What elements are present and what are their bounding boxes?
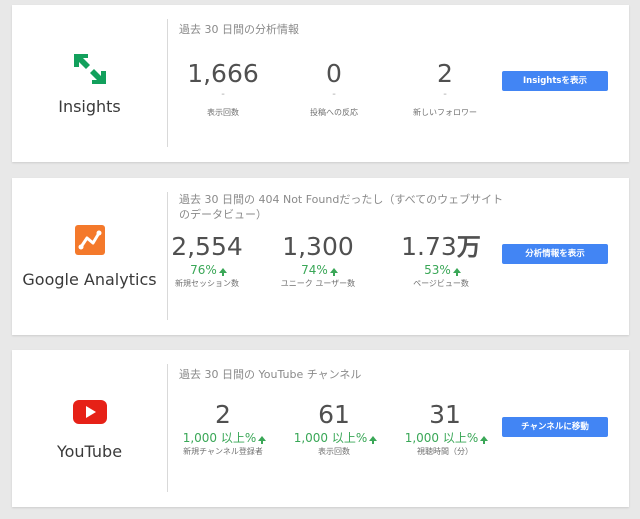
stat-change: 76% xyxy=(152,262,262,278)
stat-label: ユニーク ユーザー数 xyxy=(280,279,356,288)
view-analytics-button[interactable]: 分析情報を表示 xyxy=(502,244,608,264)
stat-label: 新規セッション数 xyxy=(175,279,239,288)
stat-value: 2 xyxy=(215,400,231,429)
change-text: 76% xyxy=(190,263,217,277)
stat-value: 31 xyxy=(429,400,461,429)
stat-new-sessions: 2,554 76% 新規セッション数 xyxy=(152,232,262,290)
insights-card: Insights 過去 30 日間の分析情報 1,666 - 表示回数 0 - … xyxy=(12,5,629,162)
view-insights-button[interactable]: Insightsを表示 xyxy=(502,71,608,91)
stat-label: 視聴時間（分） xyxy=(417,447,473,456)
arrow-stem xyxy=(261,440,264,444)
stat-reactions: 0 - 投稿への反応 xyxy=(279,59,389,119)
insights-heading: 過去 30 日間の分析情報 xyxy=(179,23,299,36)
analytics-heading: 過去 30 日間の 404 Not Foundだったし（すべてのウェブサイトのデ… xyxy=(179,193,504,221)
stat-value: 0 xyxy=(326,59,342,88)
stat-value: 2,554 xyxy=(171,232,243,261)
stat-label: ページビュー数 xyxy=(413,279,469,288)
youtube-name: YouTube xyxy=(56,442,123,461)
stat-watch-time: 31 1,000 以上% 視聴時間（分） xyxy=(390,400,500,458)
arrow-stem xyxy=(372,440,375,444)
change-text: 53% xyxy=(424,263,451,277)
stat-label: 新規チャンネル登録者 xyxy=(183,447,263,456)
arrow-stem xyxy=(455,272,458,276)
youtube-brand: YouTube xyxy=(12,350,167,507)
stat-dash: - xyxy=(443,89,447,100)
change-text: 1,000 以上% xyxy=(404,431,479,445)
stat-label: 投稿への反応 xyxy=(310,108,358,117)
stat-pageviews: 1.73万 53% ページビュー数 xyxy=(386,232,496,290)
analytics-card: Google Analytics 過去 30 日間の 404 Not Found… xyxy=(12,178,629,335)
stat-change: 53% xyxy=(386,262,496,278)
insights-brand: Insights xyxy=(12,5,167,162)
change-text: 1,000 以上% xyxy=(182,431,257,445)
youtube-heading: 過去 30 日間の YouTube チャンネル xyxy=(179,368,362,381)
stat-label: 表示回数 xyxy=(318,447,350,456)
stat-label: 表示回数 xyxy=(207,108,239,117)
stat-views: 1,666 - 表示回数 xyxy=(168,59,278,119)
stat-followers: 2 - 新しいフォロワー xyxy=(390,59,500,119)
stat-value: 61 xyxy=(318,400,350,429)
stat-value-unit: 万 xyxy=(456,233,481,261)
youtube-play-icon xyxy=(72,400,107,424)
stat-change: 1,000 以上% xyxy=(390,430,500,446)
stat-value-number: 1.73 xyxy=(401,232,457,261)
arrow-stem xyxy=(221,272,224,276)
youtube-card: YouTube 過去 30 日間の YouTube チャンネル 2 1,000 … xyxy=(12,350,629,507)
insights-name: Insights xyxy=(58,97,121,116)
stat-dash: - xyxy=(332,89,336,100)
stat-change: 74% xyxy=(263,262,373,278)
stat-change: 1,000 以上% xyxy=(168,430,278,446)
stat-value: 1,300 xyxy=(282,232,354,261)
stat-new-subscribers: 2 1,000 以上% 新規チャンネル登録者 xyxy=(168,400,278,458)
insights-arrows-icon xyxy=(73,54,106,84)
go-to-channel-button[interactable]: チャンネルに移動 xyxy=(502,417,608,437)
stat-dash: - xyxy=(221,89,225,100)
change-text: 1,000 以上% xyxy=(293,431,368,445)
stat-unique-users: 1,300 74% ユニーク ユーザー数 xyxy=(263,232,373,290)
stat-label: 新しいフォロワー xyxy=(413,108,477,117)
stat-value: 1,666 xyxy=(187,59,259,88)
stat-views: 61 1,000 以上% 表示回数 xyxy=(279,400,389,458)
analytics-brand: Google Analytics xyxy=(12,178,167,335)
arrow-stem xyxy=(332,272,335,276)
analytics-icon xyxy=(74,225,105,255)
stat-change: 1,000 以上% xyxy=(279,430,389,446)
arrow-stem xyxy=(483,440,486,444)
stat-value: 2 xyxy=(437,59,453,88)
stat-value: 1.73万 xyxy=(386,232,496,262)
change-text: 74% xyxy=(301,263,328,277)
analytics-name: Google Analytics xyxy=(22,270,157,289)
